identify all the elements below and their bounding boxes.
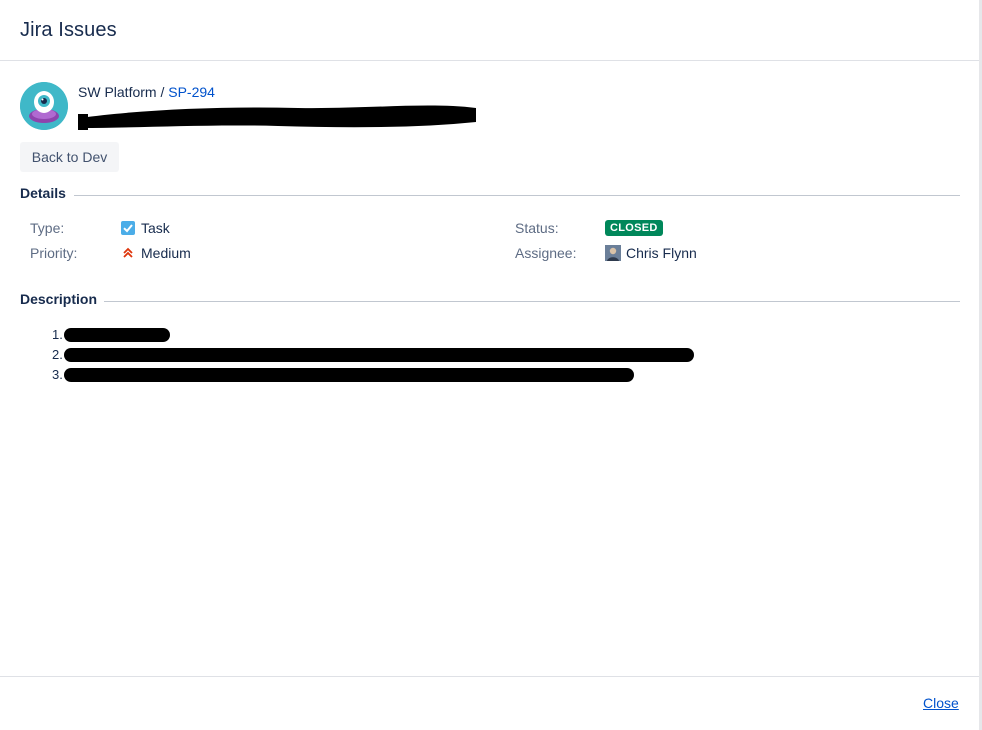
dialog-footer [0,676,979,730]
jira-issues-dialog: Jira Issues SW Platform / SP-294 Back to… [0,0,982,730]
redacted-text [64,328,170,342]
description-heading: Description [20,291,98,307]
list-number: 2. [52,347,63,362]
list-number: 3. [52,367,63,382]
assignee-label: Assignee: [515,245,577,261]
description-list: 1. 2. 3. [52,325,694,385]
task-checkbox-icon [121,221,135,235]
redacted-text [64,348,694,362]
list-item: 2. [52,345,694,365]
list-item: 3. [52,365,634,385]
assignee-name: Chris Flynn [626,245,697,261]
list-item: 1. [52,325,170,345]
priority-text: Medium [141,245,191,261]
list-number: 1. [52,327,63,342]
close-button[interactable]: Close [923,695,959,711]
alien-avatar-icon [20,82,68,130]
redacted-text [64,368,634,382]
type-label: Type: [30,220,65,236]
priority-label: Priority: [30,245,78,261]
dialog-title: Jira Issues [20,19,117,41]
back-to-dev-button[interactable]: Back to Dev [20,142,119,172]
details-heading: Details [20,185,66,201]
details-divider [74,195,960,196]
redacted-summary [78,105,476,130]
user-avatar-icon [605,245,621,261]
status-label: Status: [515,220,559,236]
status-value: CLOSED [605,220,663,236]
description-divider [104,301,960,302]
type-text: Task [141,220,170,236]
type-value: Task [121,220,170,236]
dialog-header: Jira Issues [0,0,979,61]
priority-medium-icon [123,247,133,258]
status-badge: CLOSED [605,220,663,236]
assignee-value: Chris Flynn [605,245,697,261]
priority-value: Medium [121,245,191,261]
project-avatar-graphic [20,82,68,130]
